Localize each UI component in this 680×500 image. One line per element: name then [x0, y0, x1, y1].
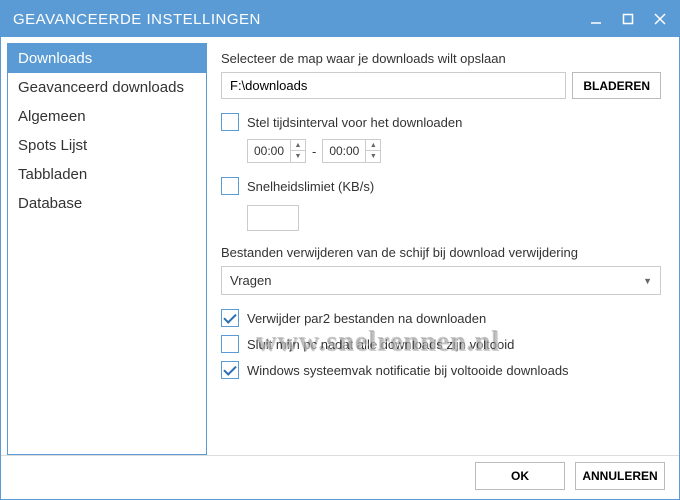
window-controls	[589, 12, 667, 26]
delete-selected: Vragen	[230, 273, 271, 288]
spin-down-icon[interactable]: ▼	[291, 151, 305, 162]
close-button[interactable]	[653, 12, 667, 26]
interval-label: Stel tijdsinterval voor het downloaden	[247, 115, 462, 130]
sidebar-item-2[interactable]: Algemeen	[8, 102, 206, 131]
spin-up-icon[interactable]: ▲	[366, 140, 380, 151]
interval-from-value: 00:00	[248, 144, 290, 158]
footer: OK ANNULEREN	[1, 455, 679, 495]
speed-label: Snelheidslimiet (KB/s)	[247, 179, 374, 194]
tray-checkbox[interactable]	[221, 361, 239, 379]
download-folder-input[interactable]	[221, 72, 566, 99]
delete-dropdown[interactable]: Vragen ▼	[221, 266, 661, 295]
window-title: GEAVANCEERDE INSTELLINGEN	[13, 11, 589, 28]
sidebar-item-4[interactable]: Tabbladen	[8, 160, 206, 189]
interval-to-value: 00:00	[323, 144, 365, 158]
minimize-button[interactable]	[589, 12, 603, 26]
content-panel: Selecteer de map waar je downloads wilt …	[207, 37, 679, 455]
speed-checkbox[interactable]	[221, 177, 239, 195]
sidebar-item-5[interactable]: Database	[8, 189, 206, 218]
interval-separator: -	[312, 144, 316, 159]
shutdown-checkbox[interactable]	[221, 335, 239, 353]
cancel-button[interactable]: ANNULEREN	[575, 462, 665, 490]
ok-button[interactable]: OK	[475, 462, 565, 490]
sidebar-item-1[interactable]: Geavanceerd downloads	[8, 73, 206, 102]
spin-up-icon[interactable]: ▲	[291, 140, 305, 151]
browse-button[interactable]: BLADEREN	[572, 72, 661, 99]
shutdown-label: Sluit mijn pc nadat alle downloads zijn …	[247, 337, 514, 352]
par2-checkbox[interactable]	[221, 309, 239, 327]
interval-to-spinner[interactable]: 00:00 ▲▼	[322, 139, 381, 163]
par2-label: Verwijder par2 bestanden na downloaden	[247, 311, 486, 326]
titlebar: GEAVANCEERDE INSTELLINGEN	[1, 1, 679, 37]
delete-label: Bestanden verwijderen van de schijf bij …	[221, 245, 661, 260]
chevron-down-icon: ▼	[643, 276, 652, 286]
sidebar-item-3[interactable]: Spots Lijst	[8, 131, 206, 160]
speed-input[interactable]	[247, 205, 299, 231]
interval-from-spinner[interactable]: 00:00 ▲▼	[247, 139, 306, 163]
folder-label: Selecteer de map waar je downloads wilt …	[221, 51, 661, 66]
sidebar-item-0[interactable]: Downloads	[8, 44, 206, 73]
interval-checkbox[interactable]	[221, 113, 239, 131]
spin-down-icon[interactable]: ▼	[366, 151, 380, 162]
maximize-button[interactable]	[621, 12, 635, 26]
sidebar: DownloadsGeavanceerd downloadsAlgemeenSp…	[7, 43, 207, 455]
tray-label: Windows systeemvak notificatie bij volto…	[247, 363, 569, 378]
